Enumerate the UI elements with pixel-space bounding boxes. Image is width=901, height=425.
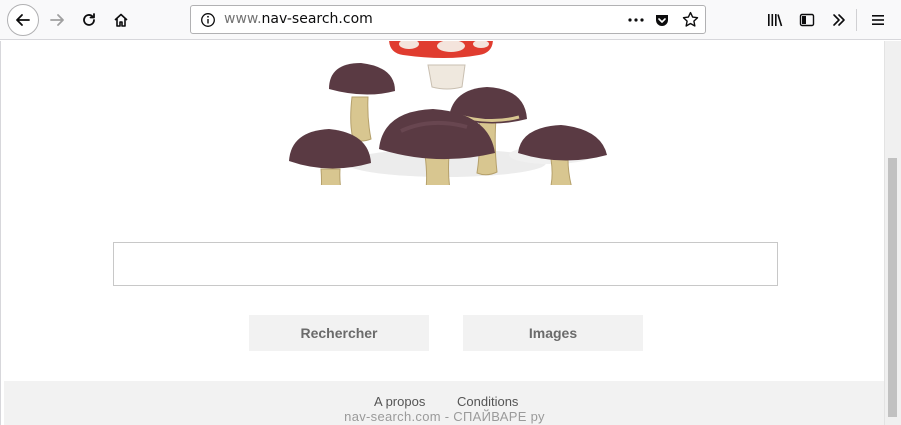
sidebar-icon [799,13,815,27]
forward-button[interactable] [41,4,73,36]
chevron-double-right-icon [833,14,845,26]
back-button[interactable] [7,4,39,36]
search-input[interactable] [113,242,778,286]
sidebar-button[interactable] [791,4,823,36]
url-text[interactable]: www.nav-search.com [224,11,373,27]
bookmark-star-icon[interactable] [682,11,699,28]
page-actions-icon[interactable] [627,13,645,27]
watermark-text: nav-search.com - СПАЙВАРЕ ру [344,409,545,424]
menu-button[interactable] [862,4,894,36]
overflow-button[interactable] [823,4,855,36]
browser-toolbar: www.nav-search.com [0,0,901,40]
home-icon [114,13,128,27]
scrollbar-thumb[interactable] [888,158,897,417]
library-button[interactable] [759,4,791,36]
pocket-icon[interactable] [654,12,670,28]
about-link[interactable]: A propos [374,394,425,409]
home-button[interactable] [105,4,137,36]
footer: A propos Conditions nav-search.com - СПА… [4,381,884,425]
library-icon [768,14,783,27]
images-button[interactable]: Images [463,315,643,351]
arrow-right-icon [50,14,64,26]
url-bar[interactable]: www.nav-search.com [190,5,706,34]
search-button[interactable]: Rechercher [249,315,429,351]
vertical-scrollbar[interactable] [884,41,901,425]
reload-icon [83,13,95,26]
info-icon[interactable] [200,12,216,28]
arrow-left-icon [16,14,30,26]
mushroom-illustration [289,41,607,185]
page-content: Rechercher Images A propos Conditions na… [0,41,884,425]
reload-button[interactable] [73,4,105,36]
hamburger-menu-icon [872,15,884,25]
toolbar-separator [856,9,857,31]
conditions-link[interactable]: Conditions [457,394,518,409]
